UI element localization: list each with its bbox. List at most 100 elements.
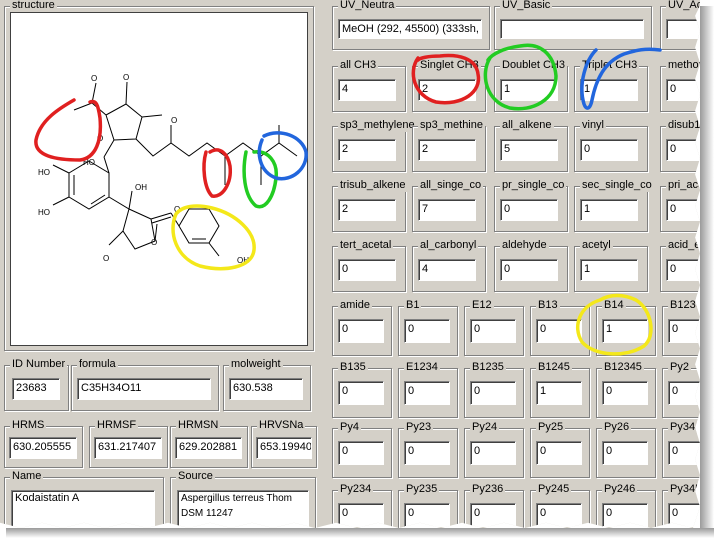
amide-group: amide 0 [332, 298, 392, 356]
singlet-ch3-field[interactable]: 2 [418, 79, 476, 101]
py25-field[interactable]: 0 [536, 441, 582, 465]
formula-field[interactable]: C35H34O11 [77, 378, 211, 400]
tert-acetal-label: tert_acetal [338, 238, 394, 252]
py246-group: Py246 0 [596, 482, 656, 528]
py235-field[interactable]: 0 [404, 503, 450, 527]
py26-label: Py26 [602, 420, 632, 434]
trisub-alkene-group: trisub_alkene 2 [332, 178, 408, 232]
b135-field[interactable]: 0 [338, 381, 384, 405]
py235-group: Py235 0 [398, 482, 458, 528]
sp3-methylene-label: sp3_methylene [338, 118, 417, 132]
b13-field[interactable]: 0 [536, 319, 582, 343]
b14-field[interactable]: 1 [602, 319, 648, 343]
hrvsna-field[interactable]: 653.199402 [256, 437, 312, 459]
all-alkene-field[interactable]: 5 [500, 139, 558, 161]
b12345-field[interactable]: 0 [602, 381, 648, 405]
acetyl-field[interactable]: 1 [580, 259, 638, 281]
uv-basic-group: UV_Basic [494, 0, 652, 50]
py24-label: Py24 [470, 420, 500, 434]
b1235-field[interactable]: 0 [470, 381, 516, 405]
page-shadow-right [700, 6, 714, 530]
py246-field[interactable]: 0 [602, 503, 648, 527]
b123-field[interactable]: 0 [668, 319, 700, 343]
py245-label: Py245 [536, 482, 572, 496]
tert-acetal-group: tert_acetal 0 [332, 238, 406, 292]
amide-label: amide [338, 298, 372, 312]
atom-o: O [123, 73, 129, 82]
al-carbonyl-field[interactable]: 4 [418, 259, 476, 281]
py345-label: Py345 [668, 482, 700, 496]
py23-field[interactable]: 0 [404, 441, 450, 465]
application-window: structure O O O O HO HO HO OH O O O OH I… [0, 0, 700, 528]
py23-label: Py23 [404, 420, 434, 434]
aldehyde-field[interactable]: 0 [500, 259, 558, 281]
name-field[interactable]: Kodaistatin A [11, 490, 155, 528]
vinyl-label: vinyl [580, 118, 607, 132]
py34-field[interactable]: 0 [668, 441, 700, 465]
source-group: Source Aspergillus terreus Thom DSM 1124… [170, 469, 316, 528]
py245-group: Py245 0 [530, 482, 590, 528]
py345-field[interactable]: 0 [668, 503, 700, 527]
vinyl-group: vinyl 0 [574, 118, 648, 172]
uv-basic-field[interactable] [500, 19, 644, 39]
atom-oh: OH [237, 256, 249, 265]
uv-acidic-field[interactable] [666, 19, 700, 39]
sec-single-co-group: sec_single_co 1 [574, 178, 654, 232]
triplet-ch3-group: Triplet CH3 1 [574, 58, 648, 112]
aldehyde-group: aldehyde 0 [494, 238, 568, 292]
b135-group: B135 0 [332, 360, 392, 418]
pr-single-co-label: pr_single_co [500, 178, 567, 192]
b1245-field[interactable]: 1 [536, 381, 582, 405]
al-carbonyl-label: al_carbonyl [418, 238, 479, 252]
all-singe-co-group: all_singe_co 7 [412, 178, 486, 232]
py234-field[interactable]: 0 [338, 503, 384, 527]
atom-o: O [103, 254, 109, 263]
all-singe-co-field[interactable]: 7 [418, 199, 476, 221]
py24-field[interactable]: 0 [470, 441, 516, 465]
py235-label: Py235 [404, 482, 440, 496]
py2-field[interactable]: 0 [668, 381, 700, 405]
amide-field[interactable]: 0 [338, 319, 384, 343]
disub11-alk-field[interactable]: 0 [666, 139, 700, 161]
sec-single-co-field[interactable]: 1 [580, 199, 638, 221]
py4-field[interactable]: 0 [338, 441, 384, 465]
b14-group: B14 1 [596, 298, 656, 356]
hrms-field[interactable]: 630.205555 [9, 437, 77, 459]
b13-group: B13 0 [530, 298, 590, 356]
b1235-label: B1235 [470, 360, 506, 374]
py345-group: Py345 0 [662, 482, 700, 528]
hrms-group: HRMS 630.205555 [4, 418, 83, 468]
b1-field[interactable]: 0 [404, 319, 450, 343]
doublet-ch3-field[interactable]: 1 [500, 79, 558, 101]
py26-field[interactable]: 0 [602, 441, 648, 465]
py23-group: Py23 0 [398, 420, 458, 478]
id-number-field[interactable]: 23683 [12, 378, 60, 400]
all-ch3-field[interactable]: 4 [338, 79, 396, 101]
pri-acetal-label: pri_acetal [666, 178, 700, 192]
tert-acetal-field[interactable]: 0 [338, 259, 396, 281]
acid-ester-field[interactable]: 0 [666, 259, 700, 281]
py245-field[interactable]: 0 [536, 503, 582, 527]
py236-field[interactable]: 0 [470, 503, 516, 527]
atom-o: O [174, 205, 180, 214]
trisub-alkene-field[interactable]: 2 [338, 199, 396, 221]
name-group: Name Kodaistatin A [4, 469, 164, 528]
methoxy-field[interactable]: 0 [666, 79, 700, 101]
e12-field[interactable]: 0 [470, 319, 516, 343]
uv-neutra-field[interactable]: MeOH (292, 45500) (333sh, ) [338, 19, 482, 39]
sp3-methylene-field[interactable]: 2 [338, 139, 396, 161]
hrmsn-field[interactable]: 629.202881 [175, 437, 242, 459]
vinyl-field[interactable]: 0 [580, 139, 638, 161]
source-field[interactable]: Aspergillus terreus Thom DSM 11247 [177, 490, 309, 528]
hrmsf-field[interactable]: 631.217407 [94, 437, 162, 459]
sp3-methine-field[interactable]: 2 [418, 139, 476, 161]
e1234-field[interactable]: 0 [404, 381, 450, 405]
pri-acetal-field[interactable]: 0 [666, 199, 700, 221]
triplet-ch3-field[interactable]: 1 [580, 79, 638, 101]
molweight-field[interactable]: 630.538 [229, 378, 303, 400]
atom-ho: HO [38, 168, 50, 177]
all-ch3-group: all CH3 4 [332, 58, 406, 112]
sp3-methine-label: sp3_methine [418, 118, 485, 132]
source-label: Source [176, 469, 215, 483]
pr-single-co-field[interactable]: 0 [500, 199, 558, 221]
